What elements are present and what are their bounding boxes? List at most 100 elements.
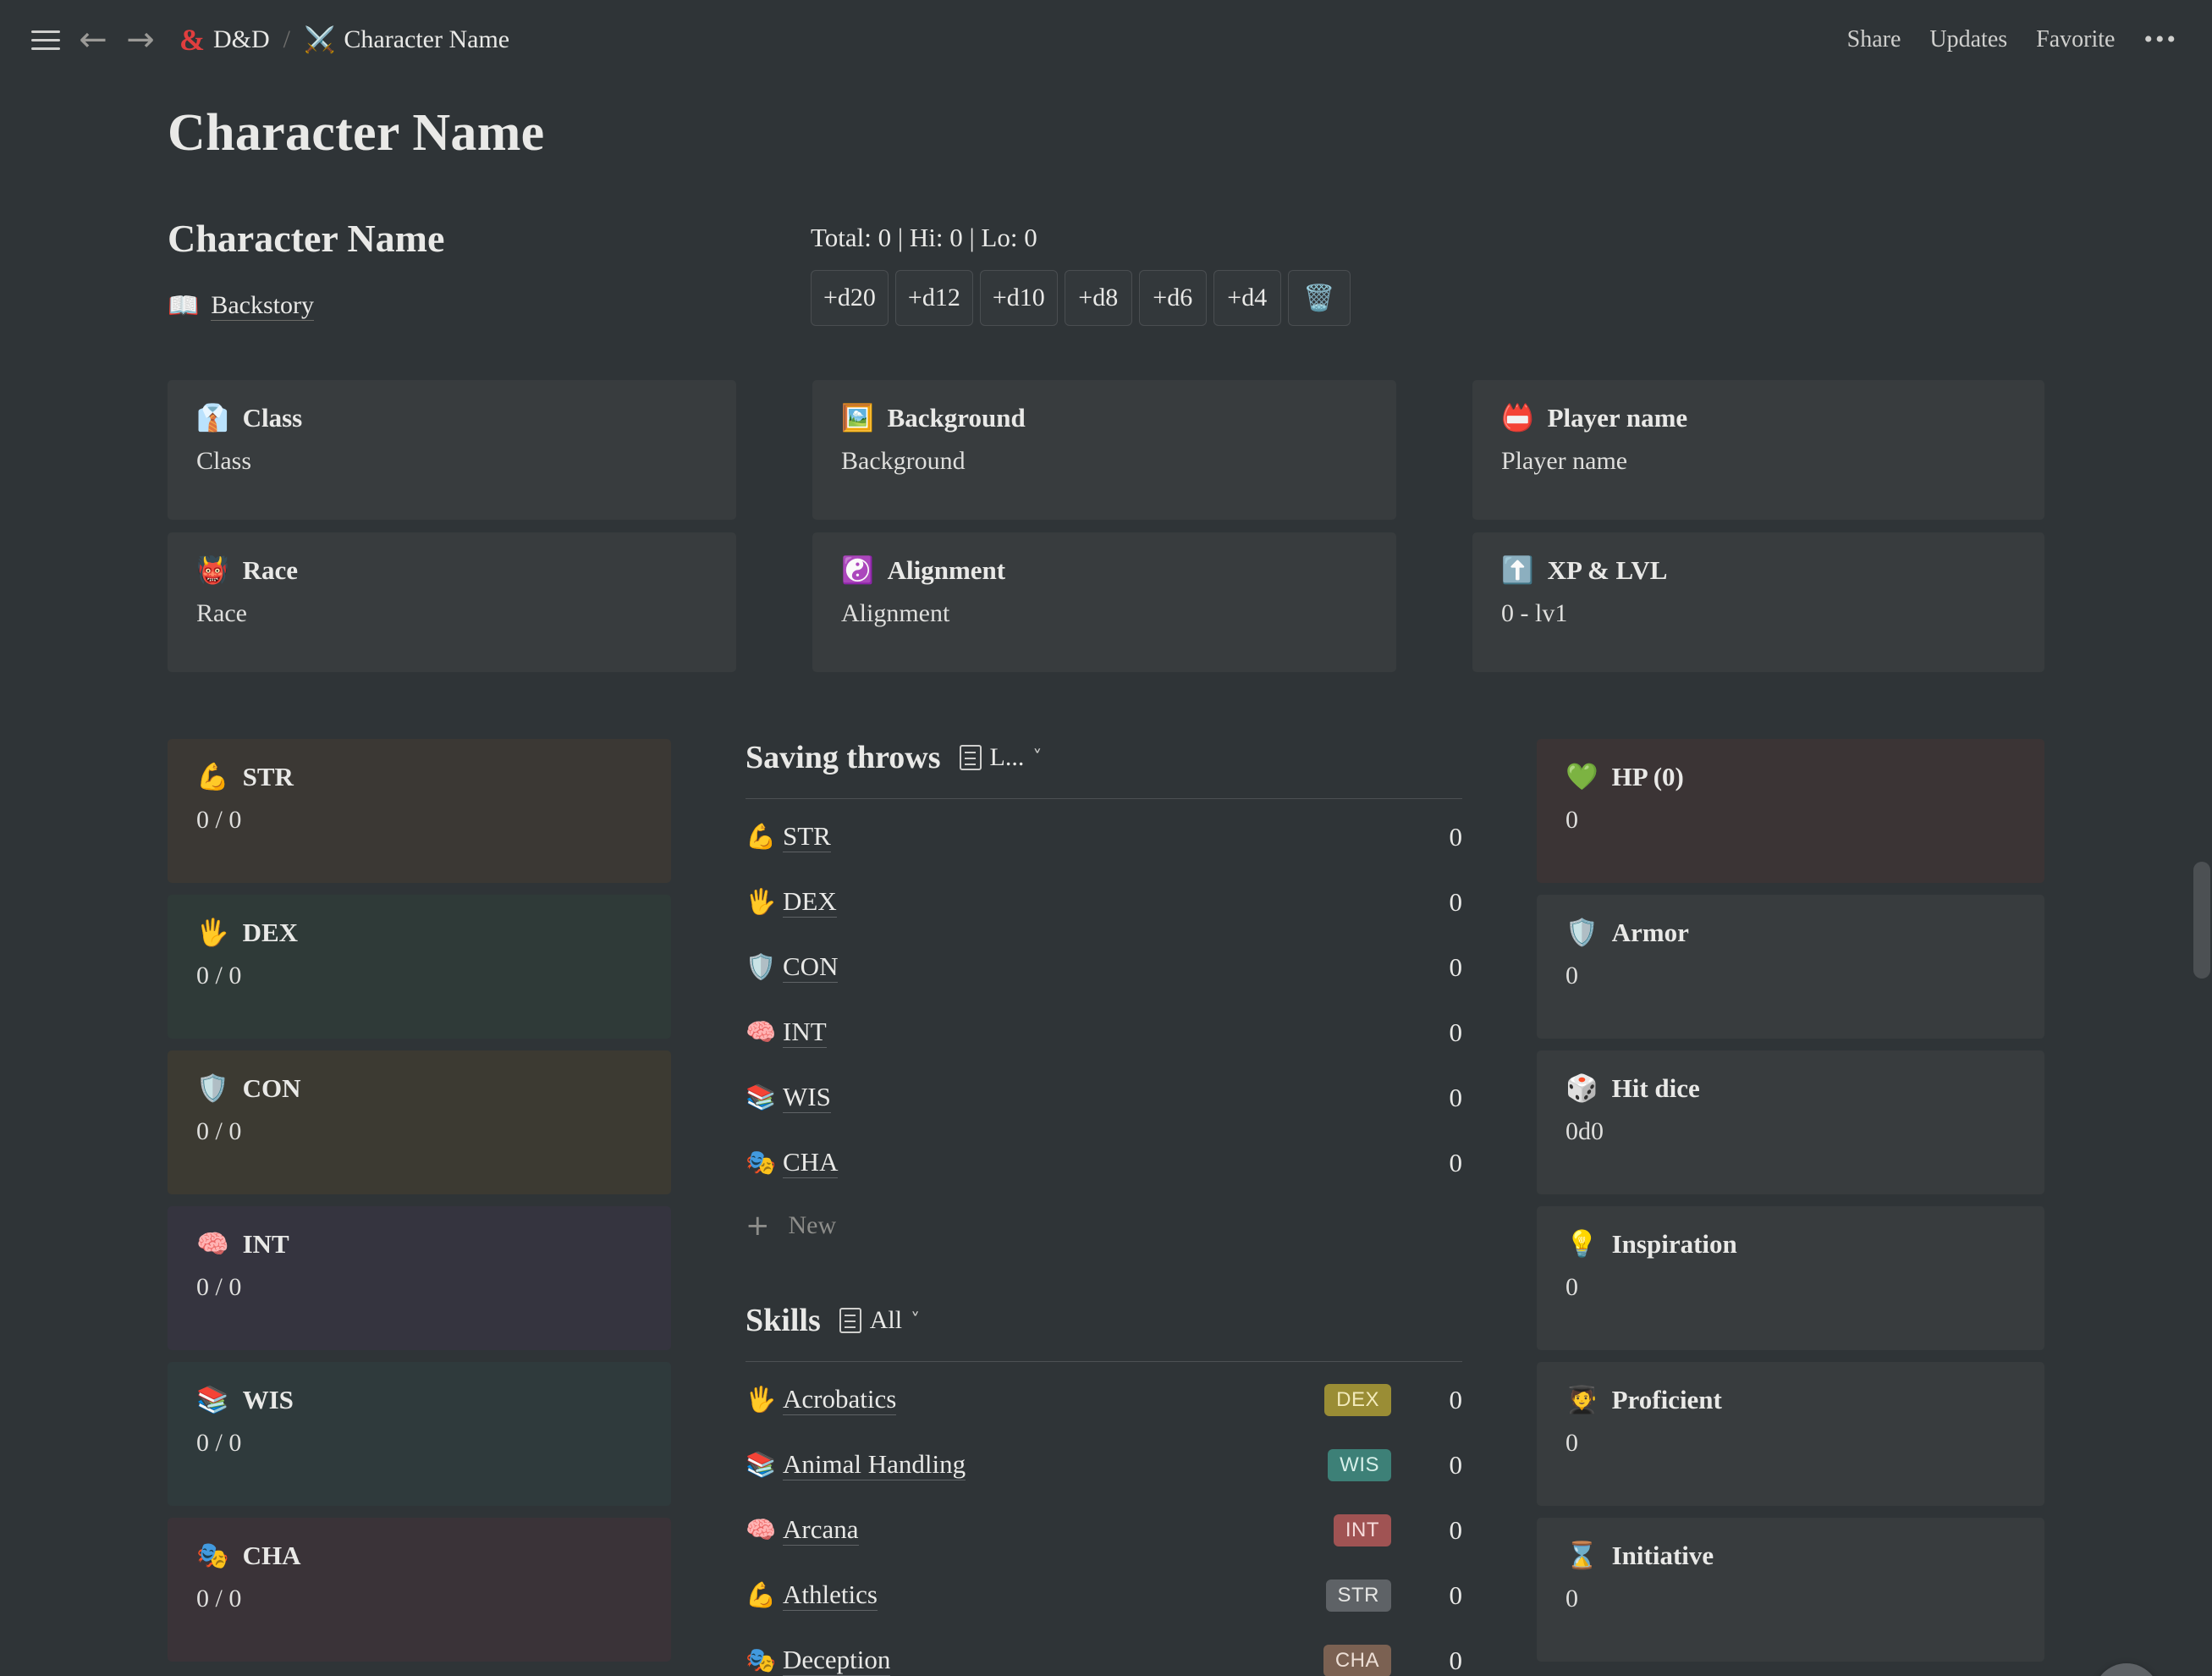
- initiative-card-head: ⌛ Initiative: [1565, 1540, 2016, 1572]
- saving-throw-emoji-icon: 🧠: [746, 1017, 777, 1046]
- skills-view-selector[interactable]: All ˅: [834, 1304, 925, 1337]
- saving-throw-emoji-icon: 🖐️: [746, 887, 777, 916]
- favorite-button[interactable]: Favorite: [2036, 26, 2115, 53]
- updates-button[interactable]: Updates: [1929, 26, 2007, 53]
- armor-card[interactable]: 🛡️ Armor 0: [1537, 895, 2044, 1039]
- ability-card-cha[interactable]: 🎭 CHA 0 / 0: [168, 1518, 671, 1662]
- skill-name[interactable]: Arcana: [783, 1514, 859, 1546]
- saving-throw-name[interactable]: CON: [783, 951, 839, 983]
- dice-d20-button[interactable]: +d20: [811, 270, 889, 326]
- background-card[interactable]: 🖼️ Background Background: [812, 380, 1396, 520]
- skill-row[interactable]: 💪 Athletics STR 0: [746, 1563, 1462, 1628]
- saving-throws-title: Saving throws: [746, 740, 941, 775]
- skill-row[interactable]: 🎭 Deception CHA 0: [746, 1628, 1462, 1676]
- trash-icon[interactable]: 🗑️: [1287, 270, 1351, 326]
- breadcrumb-page[interactable]: Character Name: [344, 25, 509, 54]
- dice-d4-button[interactable]: +d4: [1213, 270, 1281, 326]
- saving-throw-row[interactable]: 🧠 INT 0: [746, 1000, 1462, 1065]
- player-name-card[interactable]: 📛 Player name Player name: [1472, 380, 2044, 520]
- yin-yang-icon: ☯️: [841, 555, 874, 586]
- top-bar: ← → & D&D / ⚔️ Character Name Share Upda…: [0, 0, 2212, 80]
- saving-throw-row[interactable]: 💪 STR 0: [746, 804, 1462, 869]
- skill-row[interactable]: 🖐️ Acrobatics DEX 0: [746, 1367, 1462, 1432]
- xp-lvl-card[interactable]: ⬆️ XP & LVL 0 - lv1: [1472, 532, 2044, 672]
- database-icon: [839, 1308, 861, 1333]
- initiative-card-title: Initiative: [1611, 1540, 1714, 1570]
- saving-throw-row[interactable]: 📚 WIS 0: [746, 1065, 1462, 1130]
- saving-throw-name[interactable]: CHA: [783, 1147, 839, 1178]
- class-card[interactable]: 👔 Class Class: [168, 380, 736, 520]
- hit-dice-card[interactable]: 🎲 Hit dice 0d0: [1537, 1050, 2044, 1194]
- saving-throw-row[interactable]: 🎭 CHA 0: [746, 1130, 1462, 1195]
- skills-header: Skills All ˅: [746, 1302, 1462, 1339]
- dice-d10-button[interactable]: +d10: [979, 270, 1058, 326]
- sidebar-toggle-icon[interactable]: [22, 16, 69, 63]
- lists-column: Saving throws L... ˅ 💪 STR 0 🖐️ DEX 0 🛡️ CON 0 🧠 I…: [746, 739, 1462, 1676]
- saving-throw-emoji-icon: 📚: [746, 1083, 777, 1111]
- skill-name[interactable]: Athletics: [783, 1580, 878, 1611]
- inspiration-card-head: 💡 Inspiration: [1565, 1228, 2016, 1260]
- scrollbar-thumb[interactable]: [2193, 862, 2210, 979]
- ability-card-str[interactable]: 💪 STR 0 / 0: [168, 739, 671, 883]
- initiative-card[interactable]: ⌛ Initiative 0: [1537, 1518, 2044, 1662]
- performing-arts-icon: 🎭: [196, 1541, 229, 1571]
- arrow-right-icon: →: [126, 20, 155, 59]
- saving-throws-new-button[interactable]: + New: [746, 1195, 1462, 1256]
- alignment-card[interactable]: ☯️ Alignment Alignment: [812, 532, 1396, 672]
- dice-d6-button[interactable]: +d6: [1138, 270, 1207, 326]
- ogre-icon: 👹: [196, 555, 229, 586]
- skill-name[interactable]: Deception: [783, 1645, 891, 1676]
- xp-lvl-card-head: ⬆️ XP & LVL: [1501, 554, 2016, 587]
- character-header-block: Character Name 📖 Backstory: [168, 216, 811, 321]
- alignment-card-value: Alignment: [841, 599, 950, 627]
- dice-d12-button[interactable]: +d12: [894, 270, 973, 326]
- saving-throw-name[interactable]: STR: [783, 821, 831, 852]
- hp-card[interactable]: 💚 HP (0) 0: [1537, 739, 2044, 883]
- share-button[interactable]: Share: [1847, 26, 1901, 53]
- inspiration-card[interactable]: 💡 Inspiration 0: [1537, 1206, 2044, 1350]
- skill-name[interactable]: Acrobatics: [783, 1384, 897, 1415]
- arrow-left-icon: ←: [79, 20, 107, 59]
- skill-ability-tag: STR: [1325, 1579, 1391, 1612]
- dice-d8-button[interactable]: +d8: [1064, 270, 1132, 326]
- page-scrollbar[interactable]: [2192, 80, 2212, 1676]
- dnd-ampersand-icon: &: [179, 23, 205, 57]
- ability-int-value: 0 / 0: [196, 1273, 242, 1301]
- info-col-2: 🖼️ Background Background ☯️ Alignment Al…: [812, 380, 1396, 685]
- saving-throw-row[interactable]: 🖐️ DEX 0: [746, 869, 1462, 934]
- saving-throw-row[interactable]: 🛡️ CON 0: [746, 934, 1462, 1000]
- forward-button[interactable]: →: [117, 16, 164, 63]
- proficient-card[interactable]: 🧑‍🎓 Proficient 0: [1537, 1362, 2044, 1506]
- backstory-link[interactable]: Backstory: [211, 291, 314, 321]
- skill-emoji-icon: 💪: [746, 1580, 777, 1609]
- page-title: Character Name: [168, 104, 545, 162]
- skill-name[interactable]: Animal Handling: [783, 1449, 966, 1480]
- skill-row[interactable]: 🧠 Arcana INT 0: [746, 1497, 1462, 1563]
- backstory-link-row: 📖 Backstory: [168, 291, 811, 321]
- saving-throw-emoji-icon: 🎭: [746, 1148, 777, 1177]
- info-card-grid: 👔 Class Class 👹 Race Race 🖼️ Background …: [168, 380, 2212, 685]
- ability-card-con[interactable]: 🛡️ CON 0 / 0: [168, 1050, 671, 1194]
- more-options-icon[interactable]: •••: [2143, 25, 2178, 54]
- saving-throw-name[interactable]: INT: [783, 1017, 827, 1048]
- ability-card-int[interactable]: 🧠 INT 0 / 0: [168, 1206, 671, 1350]
- inspiration-card-title: Inspiration: [1611, 1228, 1737, 1259]
- ability-column: 💪 STR 0 / 0 🖐️ DEX 0 / 0 🛡️ CON 0 / 0 🧠 …: [168, 739, 671, 1676]
- ability-wis-head: 📚 WIS: [196, 1384, 642, 1416]
- breadcrumb-workspace[interactable]: D&D: [213, 25, 270, 54]
- ability-card-dex[interactable]: 🖐️ DEX 0 / 0: [168, 895, 671, 1039]
- background-card-title: Background: [887, 402, 1026, 433]
- saving-throw-name[interactable]: WIS: [783, 1082, 831, 1113]
- skill-emoji-icon: 🎭: [746, 1646, 777, 1674]
- race-card[interactable]: 👹 Race Race: [168, 532, 736, 672]
- proficient-card-value: 0: [1565, 1429, 1578, 1457]
- skill-emoji-icon: 🖐️: [746, 1385, 777, 1414]
- ability-card-wis[interactable]: 📚 WIS 0 / 0: [168, 1362, 671, 1506]
- skills-block: Skills All ˅ 🖐️ Acrobatics DEX 0 📚 Animal Han…: [746, 1302, 1462, 1676]
- back-button[interactable]: ←: [69, 16, 117, 63]
- header-row: Character Name 📖 Backstory Total: 0 | Hi…: [168, 216, 2212, 326]
- saving-throw-value: 0: [1449, 951, 1463, 982]
- saving-throw-name[interactable]: DEX: [783, 886, 837, 918]
- saving-throws-view-selector[interactable]: L... ˅: [955, 742, 1048, 774]
- skill-row[interactable]: 📚 Animal Handling WIS 0: [746, 1432, 1462, 1497]
